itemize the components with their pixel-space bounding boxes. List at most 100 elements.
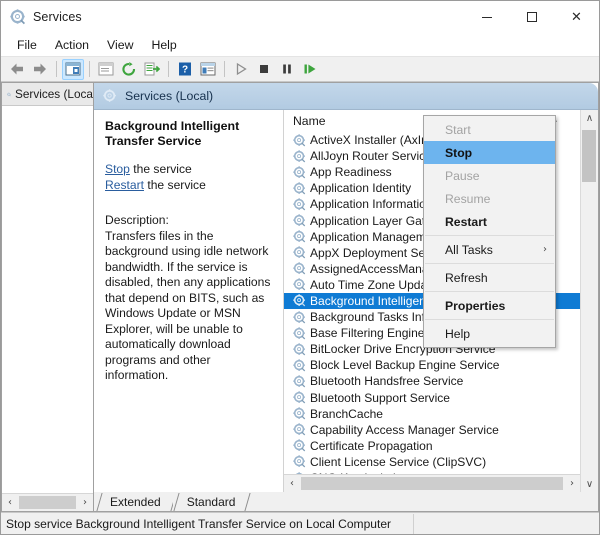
main-body: Services (Loca ‹ › Services (Local) Back…	[1, 82, 599, 512]
table-row[interactable]: Certificate Propagation	[284, 438, 580, 454]
restart-service-icon[interactable]	[299, 59, 321, 80]
stop-link-suffix: the service	[129, 162, 192, 176]
close-icon: ✕	[571, 9, 582, 25]
close-button[interactable]: ✕	[554, 1, 599, 33]
table-row[interactable]: Block Level Backup Engine Service	[284, 357, 580, 373]
service-name-label: Application Identity	[310, 181, 412, 196]
context-menu-separator	[425, 263, 554, 264]
table-row[interactable]: Capability Access Manager Service	[284, 422, 580, 438]
restart-link-suffix: the service	[143, 177, 206, 192]
menu-help[interactable]: Help	[142, 36, 185, 54]
window-title: Services	[33, 10, 82, 24]
service-description: Transfers files in the background using …	[105, 228, 271, 383]
context-menu-item-help[interactable]: Help	[424, 322, 555, 345]
pause-service-icon[interactable]	[276, 59, 298, 80]
selected-service-title: Background Intelligent Transfer Service	[105, 119, 240, 148]
context-menu-separator	[425, 291, 554, 292]
service-name-label: Certificate Propagation	[310, 438, 433, 453]
tree-body[interactable]	[2, 106, 93, 493]
help-icon[interactable]: ?	[174, 59, 196, 80]
show-hide-console-tree-icon[interactable]	[62, 58, 84, 80]
context-menu-item-label: Pause	[445, 168, 480, 183]
console-tree-pane: Services (Loca ‹ ›	[1, 82, 93, 512]
context-menu-item-label: Refresh	[445, 270, 488, 285]
context-menu-item-properties[interactable]: Properties	[424, 294, 555, 317]
context-menu-item-stop[interactable]: Stop	[424, 141, 555, 164]
table-row[interactable]: Client License Service (ClipSVC)	[284, 454, 580, 470]
service-name-label: AllJoyn Router Service	[310, 149, 432, 164]
list-horizontal-scrollbar[interactable]: ‹ ›	[284, 474, 580, 492]
service-name-label: BranchCache	[310, 406, 383, 421]
show-hide-details-icon[interactable]	[197, 59, 219, 80]
tab-extended[interactable]: Extended	[96, 493, 173, 511]
services-gear-icon	[10, 9, 26, 25]
context-menu-item-label: Properties	[445, 298, 506, 313]
service-context-menu: Start Stop Pause Resume Restart All Tasks › Ref…	[423, 115, 556, 348]
table-row[interactable]: Bluetooth Support Service	[284, 390, 580, 406]
scroll-up-arrow-icon[interactable]: ∧	[581, 110, 598, 126]
scroll-right-arrow-icon[interactable]: ›	[564, 478, 580, 489]
tab-standard[interactable]: Standard	[172, 493, 248, 511]
maximize-button[interactable]	[509, 1, 554, 33]
restart-service-link[interactable]: Restart	[105, 178, 144, 192]
back-icon[interactable]	[6, 59, 28, 80]
scroll-down-arrow-icon[interactable]: ∨	[581, 476, 598, 492]
svg-text:?: ?	[182, 65, 188, 76]
service-name-label: Client License Service (ClipSVC)	[310, 454, 487, 469]
stop-service-icon[interactable]	[253, 59, 275, 80]
vertical-scroll-track[interactable]	[581, 126, 598, 476]
toolbar-separator	[89, 61, 90, 77]
toolbar: ?	[1, 57, 599, 82]
table-row[interactable]: CNG Key Isolation	[284, 470, 580, 474]
stop-service-link-row: Stop the service	[105, 162, 273, 178]
tree-root-services-local[interactable]: Services (Loca	[2, 83, 93, 106]
scroll-left-arrow-icon[interactable]: ‹	[284, 478, 300, 489]
service-name-label: Capability Access Manager Service	[310, 422, 499, 437]
export-list-icon[interactable]	[141, 59, 163, 80]
forward-icon[interactable]	[29, 59, 51, 80]
scroll-right-arrow-icon[interactable]: ›	[77, 497, 93, 508]
title-bar: Services ✕	[1, 1, 599, 34]
context-menu-item-label: Help	[445, 326, 471, 341]
refresh-icon[interactable]	[118, 59, 140, 80]
scroll-thumb[interactable]	[19, 496, 76, 509]
stop-service-link[interactable]: Stop	[105, 162, 130, 176]
table-row[interactable]: Bluetooth Handsfree Service	[284, 373, 580, 389]
menu-file[interactable]: File	[8, 36, 46, 54]
context-menu-item-label: Resume	[445, 191, 491, 206]
scroll-thumb[interactable]	[301, 477, 563, 490]
start-service-icon[interactable]	[230, 59, 252, 80]
service-name-label: App Readiness	[310, 165, 392, 180]
minimize-button[interactable]	[464, 1, 509, 33]
panes-split: Background Intelligent Transfer Service …	[94, 110, 598, 492]
content-header: Services (Local)	[94, 83, 598, 110]
content-header-label: Services (Local)	[125, 89, 214, 103]
context-menu-item-restart[interactable]: Restart	[424, 210, 555, 233]
minimize-icon	[481, 16, 492, 18]
submenu-arrow-icon: ›	[543, 244, 547, 255]
context-menu-item-label: Start	[445, 122, 471, 137]
context-menu-item-all-tasks[interactable]: All Tasks ›	[424, 238, 555, 261]
scroll-left-arrow-icon[interactable]: ‹	[2, 497, 18, 508]
context-menu-item-label: All Tasks	[445, 242, 493, 257]
menu-action[interactable]: Action	[46, 36, 98, 54]
vertical-scroll-thumb[interactable]	[582, 130, 596, 182]
context-menu-item-start: Start	[424, 118, 555, 141]
service-name-label: Base Filtering Engine	[310, 326, 425, 341]
service-detail-pane: Background Intelligent Transfer Service …	[94, 110, 284, 492]
maximize-icon	[526, 12, 537, 22]
context-menu-separator	[425, 319, 554, 320]
context-menu-item-label: Stop	[445, 145, 473, 160]
context-menu-item-refresh[interactable]: Refresh	[424, 266, 555, 289]
restart-service-link-row: Restart the service	[105, 178, 273, 194]
service-name-label: Block Level Backup Engine Service	[310, 358, 500, 373]
context-menu-item-pause: Pause	[424, 164, 555, 187]
window-controls: ✕	[464, 1, 599, 33]
context-menu-separator	[425, 235, 554, 236]
vertical-scrollbar[interactable]: ∧ ∨	[580, 110, 598, 492]
column-header-name[interactable]: Name	[293, 114, 326, 128]
menu-view[interactable]: View	[98, 36, 142, 54]
tree-horizontal-scrollbar[interactable]: ‹ ›	[2, 493, 93, 511]
show-hide-action-pane-icon[interactable]	[95, 59, 117, 80]
table-row[interactable]: BranchCache	[284, 406, 580, 422]
